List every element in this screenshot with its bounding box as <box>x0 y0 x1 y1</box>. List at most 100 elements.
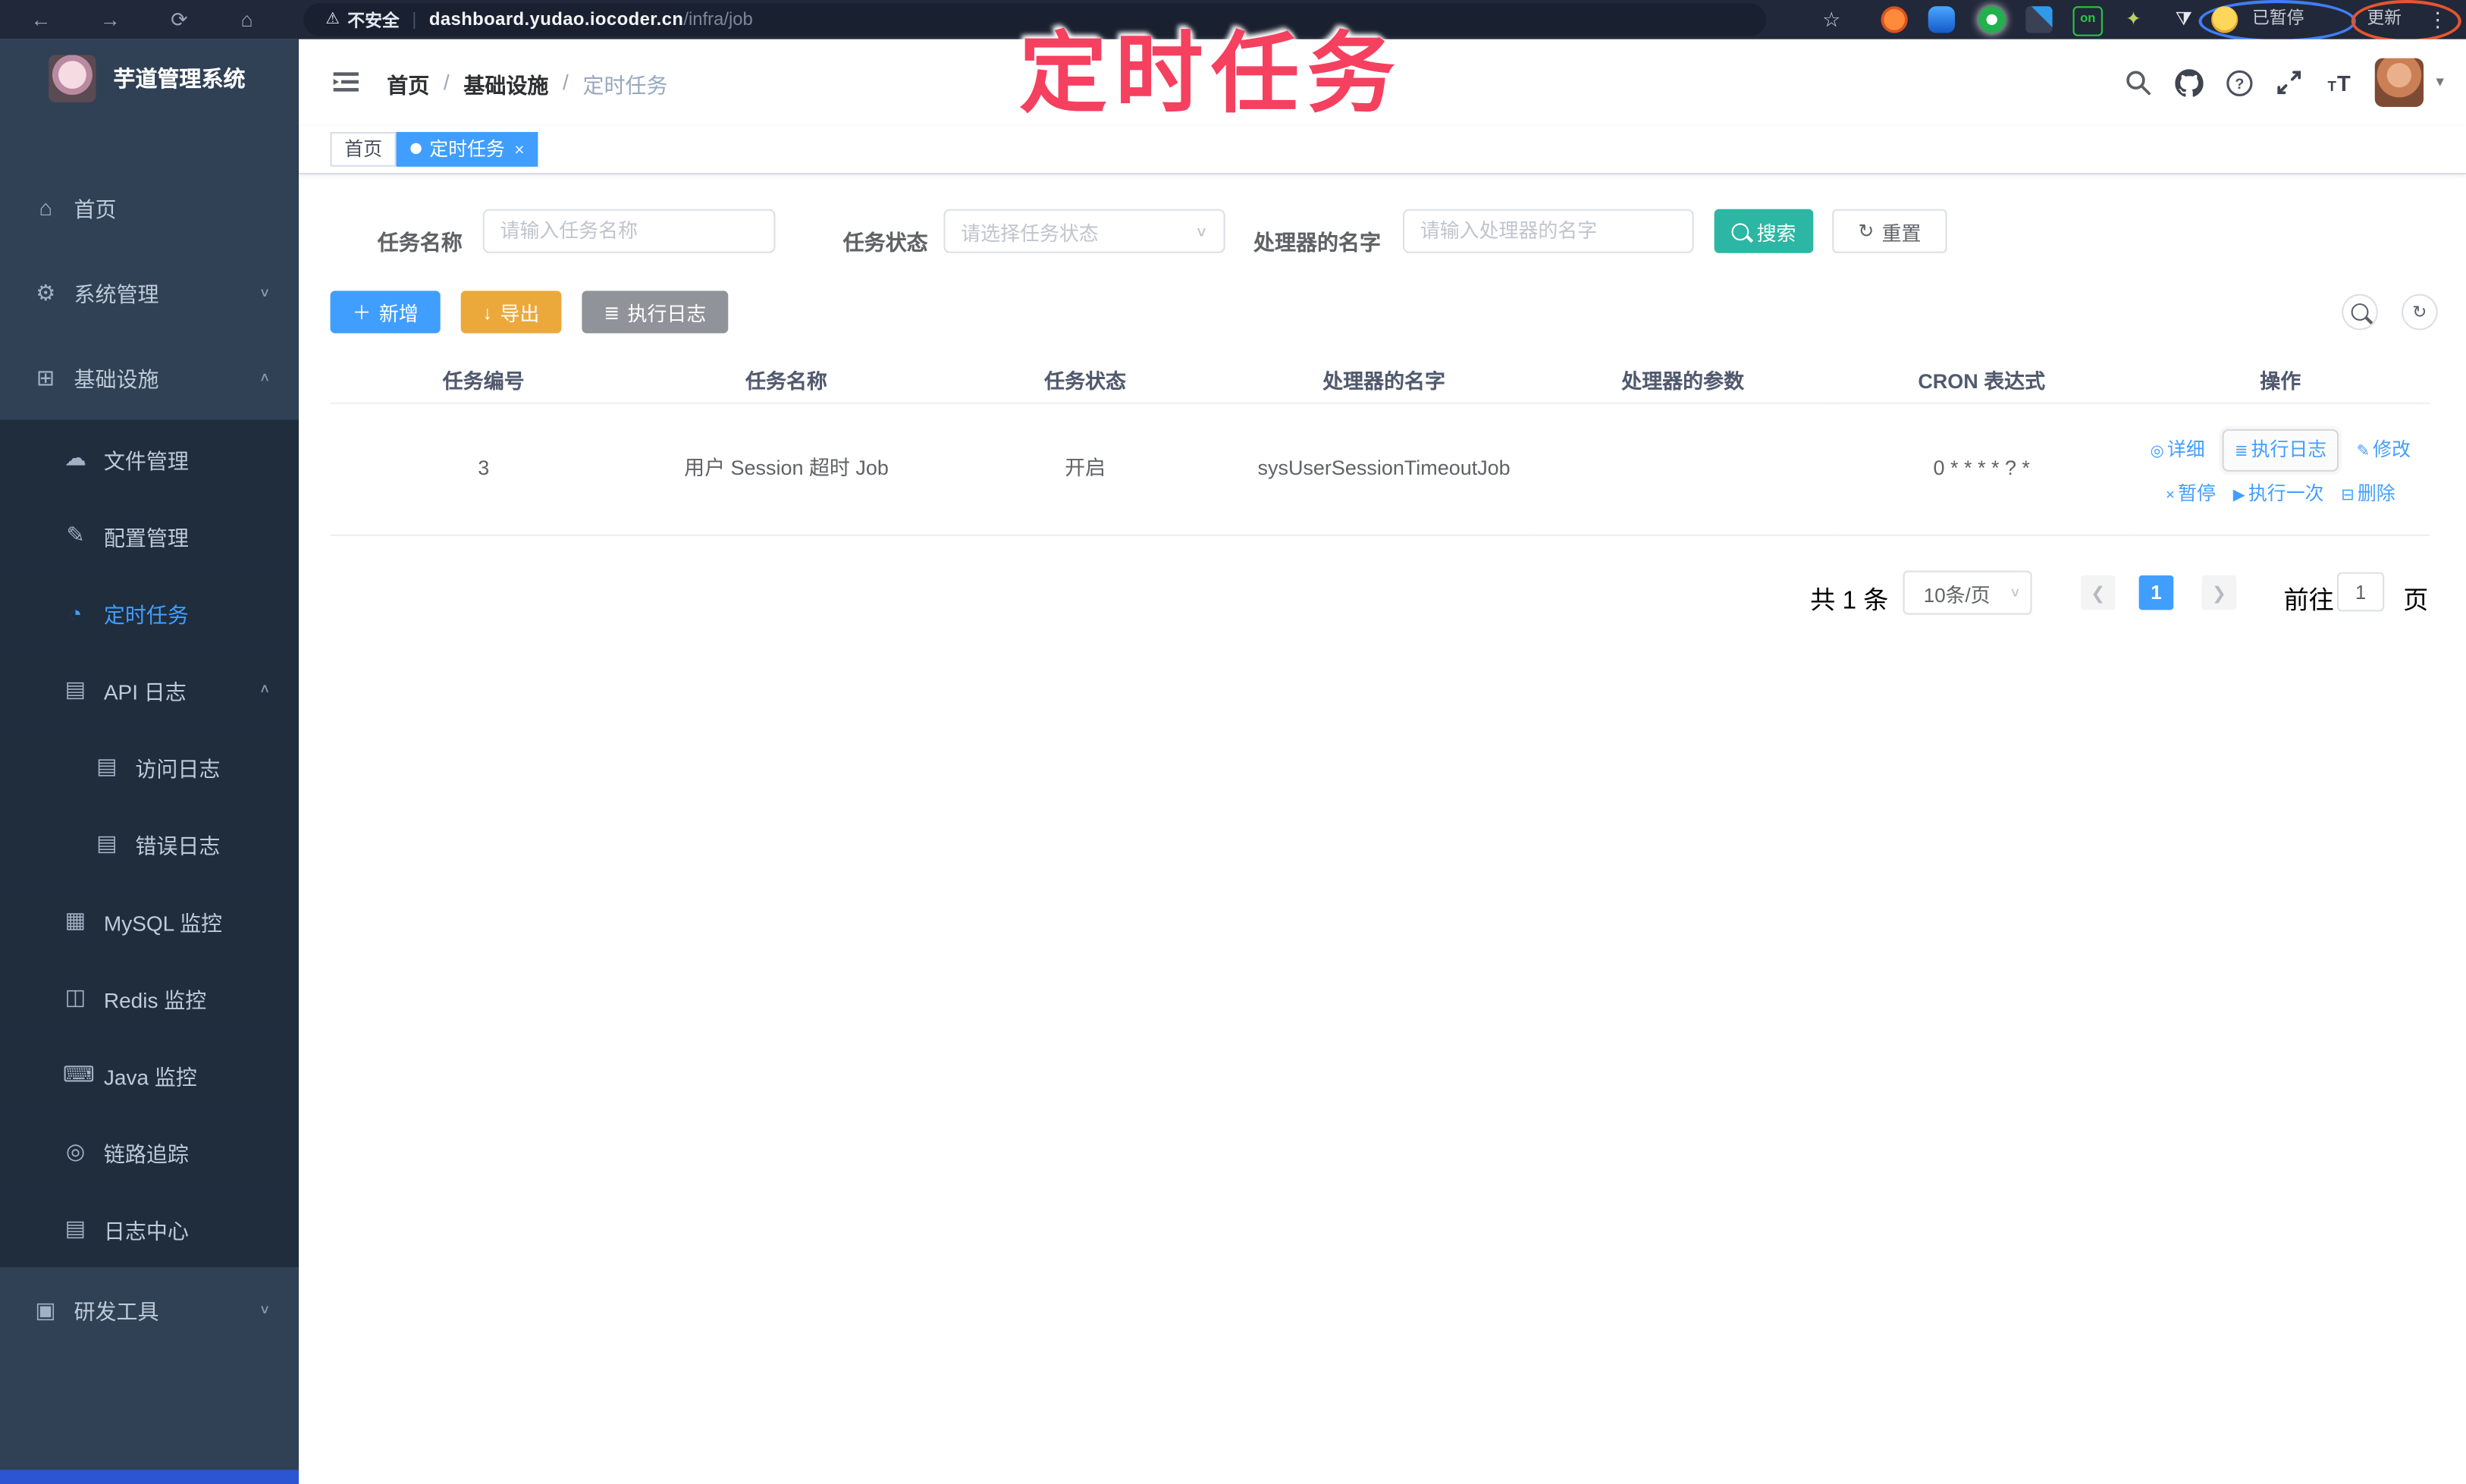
extension-icon-on-badge[interactable]: on <box>2072 6 2103 36</box>
bookmark-star-button[interactable]: ☆ <box>1818 6 1845 33</box>
sidebar-item-label: 研发工具 <box>74 1300 159 1324</box>
run-once-link[interactable]: ▶ 执行一次 <box>2233 479 2324 510</box>
app-root: 芋道管理系统 ⌂ 首页 ⚙ 系统管理 ∨ ⊞ 基础设施 ∧ ☁ 文件管理 ✎ 配… <box>0 39 2466 1484</box>
fullscreen-button[interactable] <box>2264 39 2314 126</box>
cloud-upload-icon: ☁ <box>64 444 87 470</box>
sidebar-item-access-log[interactable]: ▤ 访问日志 <box>0 727 300 805</box>
log-list-icon: ≣ <box>2235 443 2248 461</box>
cell-handler-name: sysUserSessionTimeoutJob <box>1235 404 1534 536</box>
user-avatar[interactable] <box>2374 58 2424 107</box>
browser-back-button[interactable]: ← <box>25 0 56 39</box>
svg-text:T: T <box>2337 71 2351 96</box>
sidebar-item-infrastructure[interactable]: ⊞ 基础设施 ∧ <box>0 335 299 420</box>
page-number-1[interactable]: 1 <box>2138 575 2174 610</box>
browser-reload-button[interactable]: ⟳ <box>164 0 195 39</box>
sidebar-item-dev-tools[interactable]: ▣ 研发工具 ∨ <box>0 1267 299 1352</box>
sidebar-item-file-mgmt[interactable]: ☁ 文件管理 <box>0 419 300 497</box>
play-icon: ▶ <box>2232 487 2245 505</box>
sidebar-item-log-center[interactable]: ▤ 日志中心 <box>0 1190 300 1267</box>
address-bar[interactable]: ⚠ 不安全 | dashboard.yudao.iocoder.cn/infra… <box>303 3 1767 36</box>
sidebar-item-tracing[interactable]: ◎ 链路追踪 <box>0 1112 300 1191</box>
goto-page-input[interactable] <box>2336 572 2385 612</box>
reset-button-label: 重置 <box>1881 222 1922 245</box>
tab-home[interactable]: 首页 <box>330 132 397 167</box>
col-header-job-name: 任务名称 <box>636 356 937 404</box>
export-button[interactable]: ↓ 导出 <box>460 290 562 334</box>
emoji-extension-avatar[interactable] <box>2211 6 2239 33</box>
sidebar-item-error-log[interactable]: ▤ 错误日志 <box>0 805 300 883</box>
handler-name-label: 处理器的名字 <box>1253 231 1381 255</box>
action-line-2: × 暂停 ▶ 执行一次 ⊟ 删除 <box>2166 479 2395 510</box>
app-logo[interactable]: 芋道管理系统 <box>0 39 299 118</box>
not-secure-label[interactable]: 不安全 <box>347 7 399 32</box>
job-name-input[interactable] <box>482 209 776 253</box>
user-menu-caret-icon[interactable]: ▾ <box>2436 74 2444 91</box>
cell-cron: 0 * * * * ? * <box>1832 404 2132 536</box>
github-link-button[interactable] <box>2164 39 2214 126</box>
sidebar-collapse-button[interactable] <box>331 66 362 97</box>
prev-page-button[interactable]: ❮ <box>2080 575 2116 610</box>
browser-menu-button[interactable]: ⋮ <box>2422 0 2453 39</box>
extension-icon-orange[interactable] <box>1881 6 1908 33</box>
col-header-cron: CRON 表达式 <box>1832 356 2132 404</box>
close-icon[interactable]: × <box>514 142 524 161</box>
sidebar-item-system-mgmt[interactable]: ⚙ 系统管理 ∨ <box>0 250 299 335</box>
job-name-label: 任务名称 <box>377 231 463 255</box>
breadcrumb-separator: / <box>443 71 450 95</box>
breadcrumb-separator: / <box>563 71 569 95</box>
pause-link[interactable]: × 暂停 <box>2166 479 2216 510</box>
chrome-update-button[interactable]: 更新 <box>2367 0 2402 39</box>
search-button[interactable]: 搜索 <box>1714 209 1814 253</box>
trash-icon: ⊟ <box>2341 487 2355 505</box>
run-once-link-label: 执行一次 <box>2248 482 2324 505</box>
sidebar-item-label: 首页 <box>74 198 117 222</box>
exec-log-button[interactable]: ≣ 执行日志 <box>582 290 729 334</box>
header-search-button[interactable] <box>2113 39 2163 126</box>
detail-link[interactable]: ◎ 详细 <box>2151 435 2205 466</box>
sidebar-item-java-monitor[interactable]: ⌨ Java 监控 <box>0 1036 300 1113</box>
next-page-button[interactable]: ❯ <box>2201 575 2237 610</box>
extension-icon-green[interactable] <box>1978 6 2006 33</box>
font-size-button[interactable]: T T <box>2315 39 2365 126</box>
extension-icon-blue[interactable] <box>1928 6 1955 33</box>
sidebar-item-redis-monitor[interactable]: ◫ Redis 监控 <box>0 958 300 1037</box>
edit-square-icon: ✎ <box>66 522 85 547</box>
tab-scheduled-jobs[interactable]: 定时任务 × <box>396 132 539 167</box>
extension-icon-wand[interactable]: ✦ <box>2120 6 2147 33</box>
browser-home-button[interactable]: ⌂ <box>231 0 262 39</box>
sidebar-item-api-log[interactable]: ▤ API 日志 ∧ <box>0 651 300 728</box>
breadcrumb-current: 定时任务 <box>582 73 668 97</box>
reset-button[interactable]: ↻ 重置 <box>1832 209 1947 253</box>
row-exec-log-link[interactable]: ≣ 执行日志 <box>2222 428 2339 472</box>
job-status-select[interactable]: 请选择任务状态 ∨ <box>943 209 1225 253</box>
svg-text:T: T <box>2327 77 2336 93</box>
sidebar-item-home[interactable]: ⌂ 首页 <box>0 165 299 250</box>
add-button[interactable]: ＋ 新增 <box>330 290 441 334</box>
extensions-puzzle-button[interactable]: ⧩ <box>2170 6 2197 33</box>
home-nav-icon: ⌂ <box>240 8 253 32</box>
edit-link[interactable]: ✎ 修改 <box>2357 435 2411 466</box>
delete-link[interactable]: ⊟ 删除 <box>2341 479 2395 510</box>
sidebar-item-mysql-monitor[interactable]: ▦ MySQL 监控 <box>0 882 300 959</box>
help-doc-button[interactable]: ? <box>2214 39 2264 126</box>
log-icon: ▤ <box>96 753 118 779</box>
sidebar-item-scheduled-jobs[interactable]: ◔ 定时任务 <box>0 573 300 651</box>
sidebar-item-config-mgmt[interactable]: ✎ 配置管理 <box>0 497 300 574</box>
pause-link-label: 暂停 <box>2178 482 2216 505</box>
breadcrumb-infrastructure[interactable]: 基础设施 <box>463 67 548 98</box>
fullscreen-icon <box>2278 71 2302 95</box>
paused-label[interactable]: 已暂停 <box>2252 0 2304 39</box>
toggle-search-button[interactable] <box>2342 293 2378 331</box>
browser-forward-button[interactable]: → <box>94 0 125 39</box>
refresh-table-button[interactable]: ↻ <box>2401 293 2438 331</box>
gear-icon: ⚙ <box>36 278 56 305</box>
sidebar: 芋道管理系统 ⌂ 首页 ⚙ 系统管理 ∨ ⊞ 基础设施 ∧ ☁ 文件管理 ✎ 配… <box>0 39 300 1484</box>
app-title: 芋道管理系统 <box>113 66 246 92</box>
kebab-menu-icon: ⋮ <box>2427 8 2449 32</box>
refresh-icon: ↻ <box>2412 303 2427 322</box>
breadcrumb-home[interactable]: 首页 <box>387 67 429 98</box>
chevron-down-icon: ∨ <box>2009 585 2022 600</box>
extension-icon-grid[interactable] <box>2025 6 2053 33</box>
handler-name-input[interactable] <box>1403 209 1694 253</box>
page-size-select[interactable]: 10条/页 ∨ <box>1903 570 2032 615</box>
